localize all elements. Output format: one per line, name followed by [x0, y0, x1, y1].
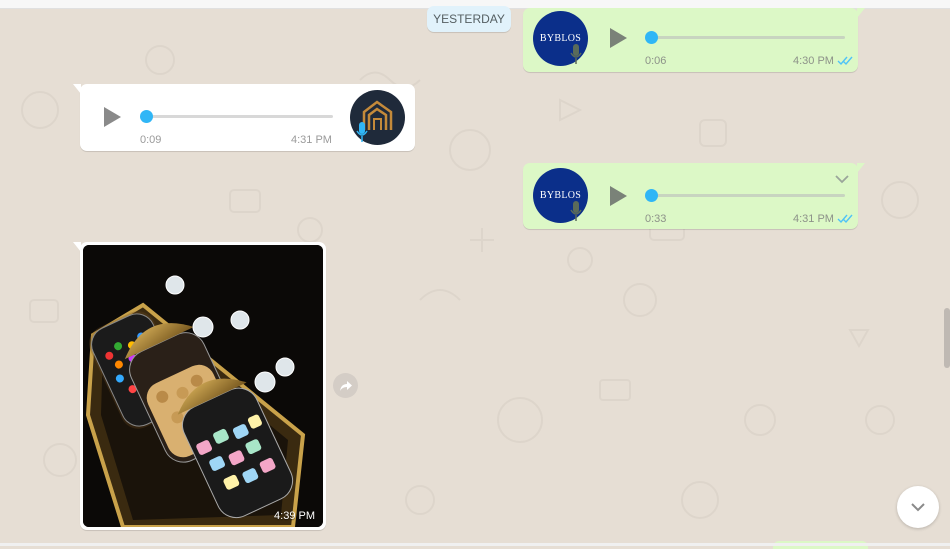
image-message-incoming[interactable]: 4:39 PM — [73, 242, 326, 530]
audio-progress-knob[interactable] — [645, 189, 658, 202]
audio-progress-knob[interactable] — [645, 31, 658, 44]
audio-duration: 0:09 — [140, 134, 162, 146]
candy-jars-photo[interactable]: 4:39 PM — [83, 245, 323, 527]
play-icon[interactable] — [608, 27, 628, 49]
audio-duration: 0:06 — [645, 55, 667, 67]
chevron-down-icon — [911, 503, 925, 512]
chevron-down-icon[interactable] — [835, 175, 849, 184]
mic-icon — [570, 44, 582, 64]
forward-icon — [339, 380, 352, 391]
voice-message-outgoing[interactable]: BYBLOS 0:06 4:30 PM — [523, 8, 865, 72]
avatar-logo-text: BYBLOS — [539, 32, 582, 44]
scroll-to-bottom-button[interactable] — [897, 486, 939, 528]
mic-icon — [570, 201, 582, 221]
date-separator: YESTERDAY — [427, 6, 511, 32]
bubble-tail — [73, 242, 81, 252]
mic-icon — [356, 122, 368, 142]
message-time: 4:30 PM — [793, 55, 834, 67]
message-time: 4:39 PM — [274, 510, 315, 522]
forward-button[interactable] — [333, 373, 358, 398]
photo-illustration — [83, 245, 323, 527]
voice-message-outgoing[interactable]: BYBLOS 0:33 4:31 PM — [523, 163, 865, 229]
audio-progress-track[interactable] — [143, 115, 333, 118]
avatar-logo-text: BYBLOS — [539, 189, 582, 201]
read-receipt-icon — [837, 214, 853, 224]
bubble-tail — [857, 8, 865, 18]
voice-message-incoming[interactable]: 0:09 4:31 PM — [73, 84, 415, 151]
scrollbar-thumb[interactable] — [944, 308, 950, 368]
bubble-tail — [857, 163, 865, 173]
audio-progress-track[interactable] — [648, 194, 845, 197]
play-icon[interactable] — [608, 185, 628, 207]
bubble-tail — [73, 84, 81, 94]
read-receipt-icon — [837, 56, 853, 66]
play-icon[interactable] — [102, 106, 122, 128]
audio-duration: 0:33 — [645, 213, 667, 225]
audio-progress-knob[interactable] — [140, 110, 153, 123]
message-time: 4:31 PM — [793, 213, 834, 225]
date-separator-label: YESTERDAY — [433, 12, 505, 26]
message-time: 4:31 PM — [291, 134, 332, 146]
audio-progress-track[interactable] — [648, 36, 845, 39]
